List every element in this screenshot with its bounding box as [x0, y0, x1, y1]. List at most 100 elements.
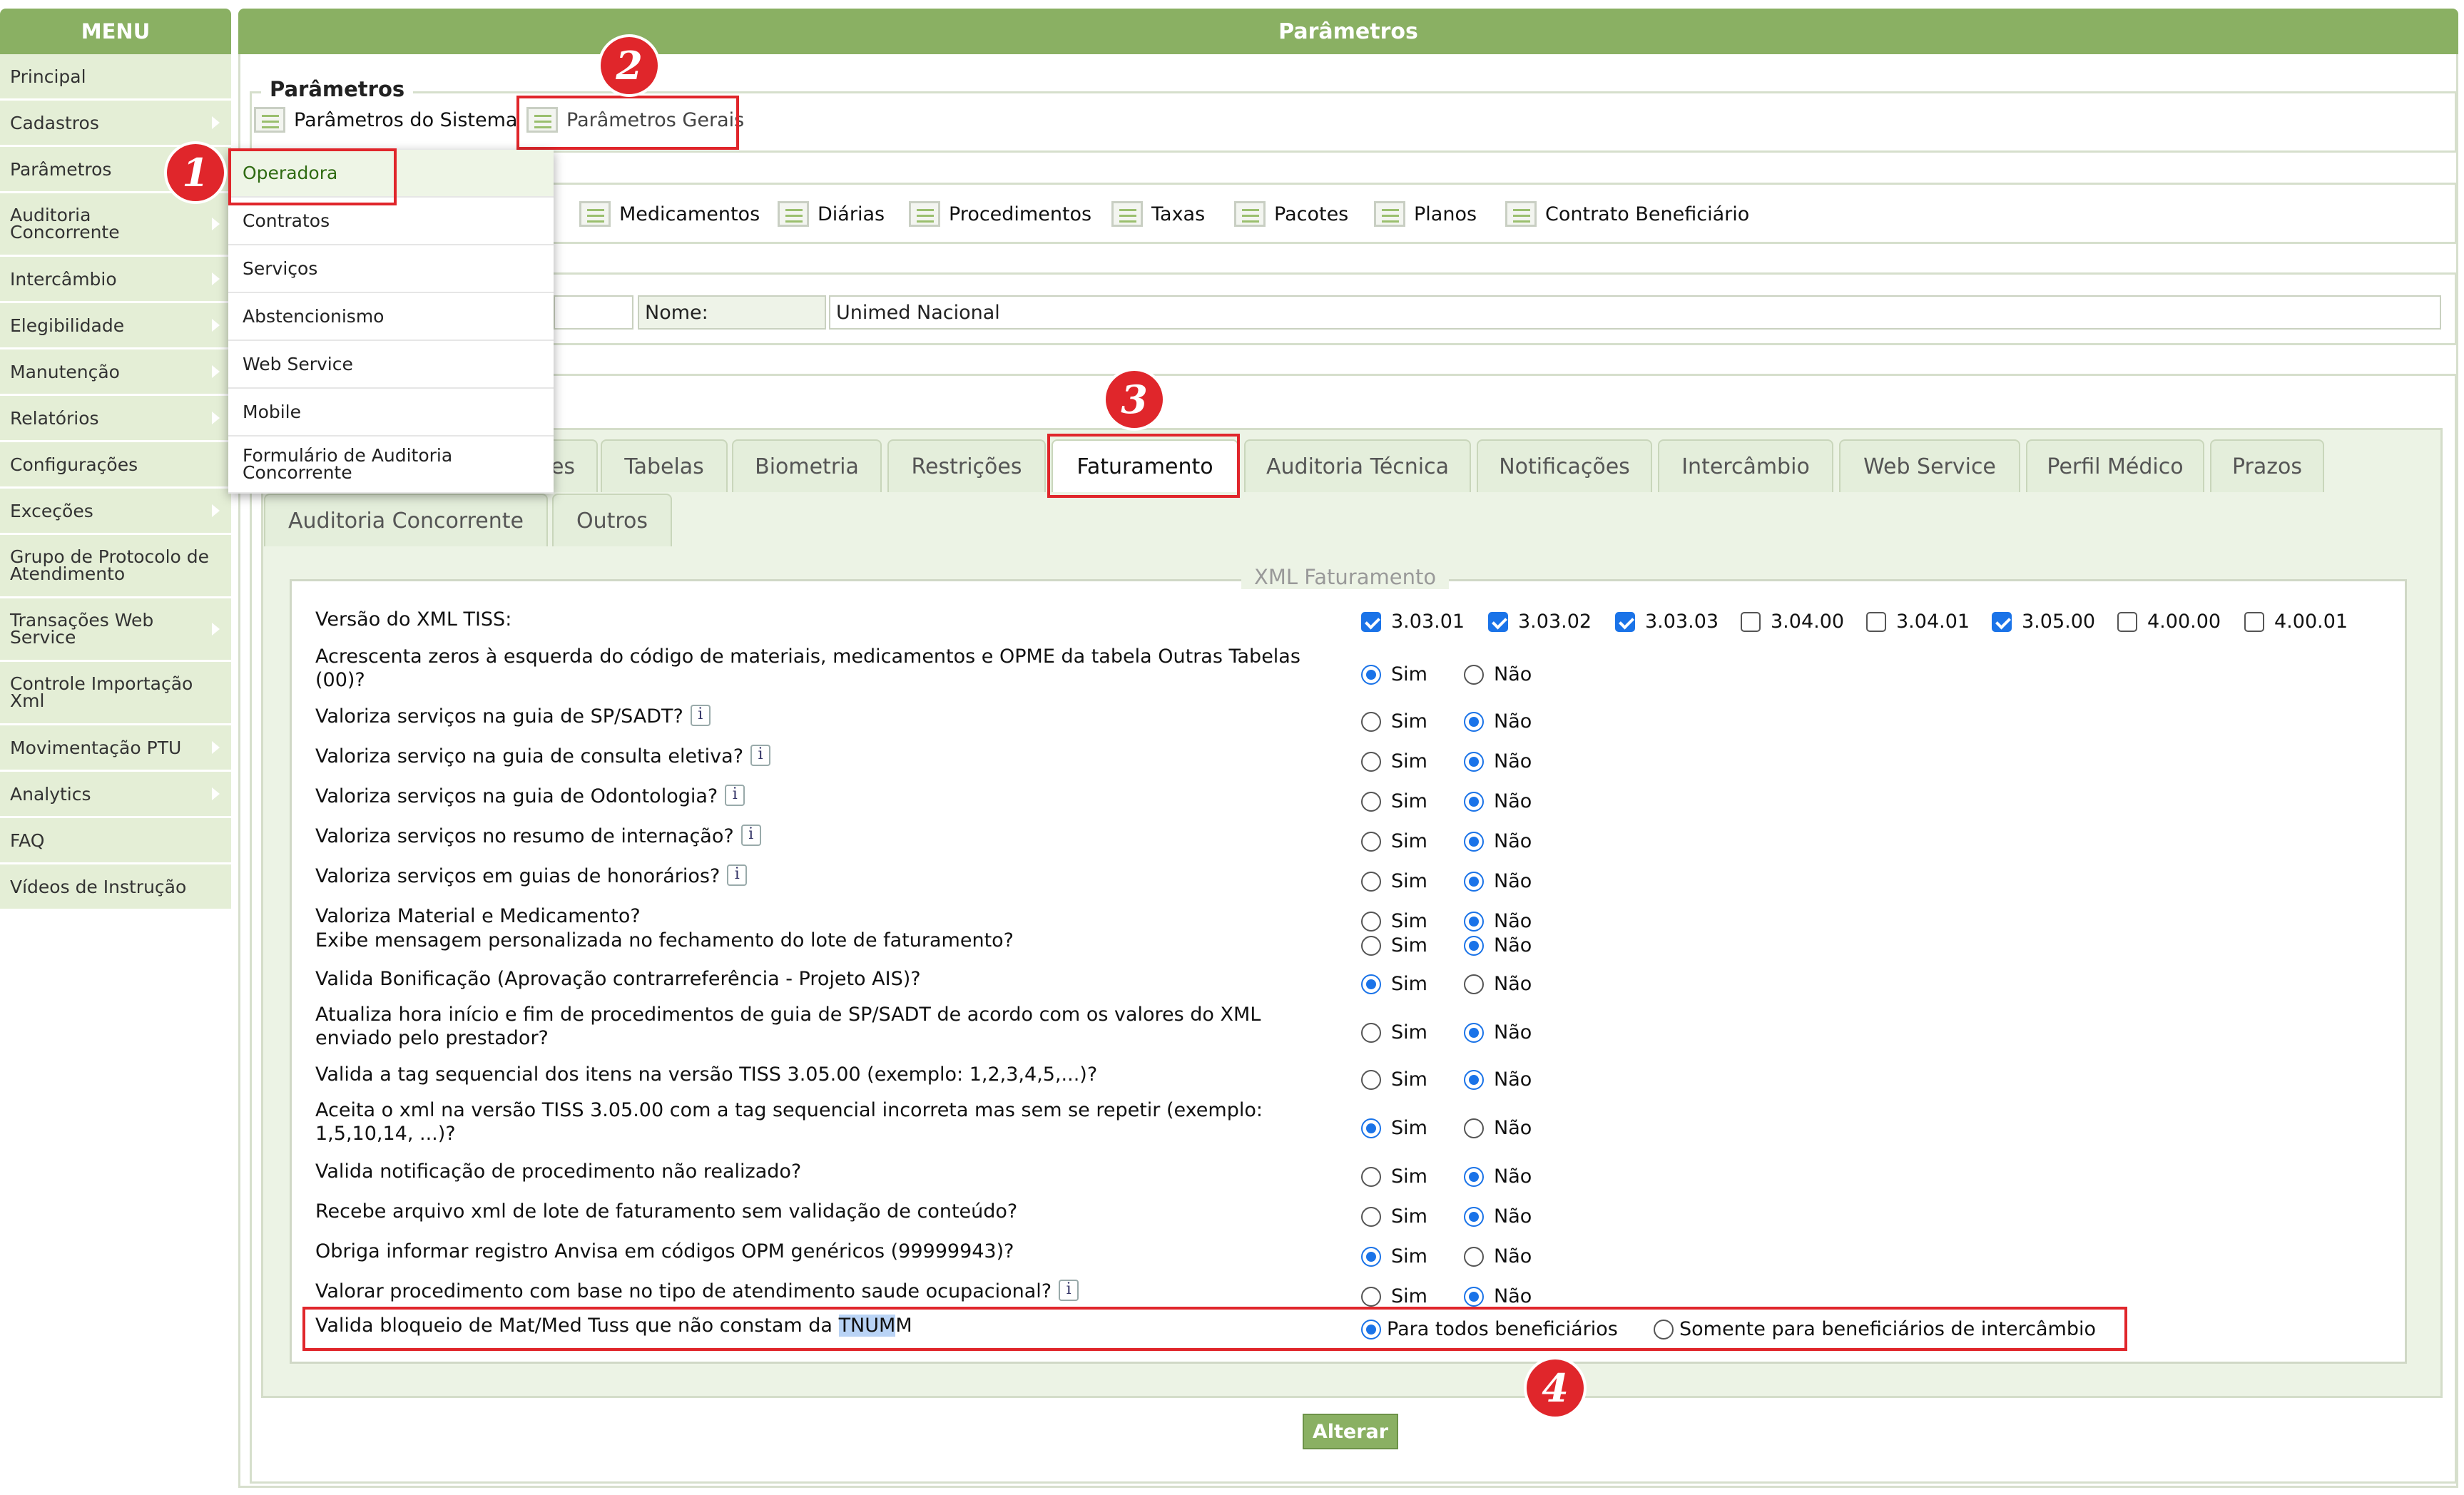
radio-button[interactable]: [1464, 831, 1484, 852]
checkbox[interactable]: [1866, 611, 1886, 632]
medicamentos-link[interactable]: Medicamentos: [579, 201, 760, 227]
checkbox[interactable]: [2244, 611, 2264, 632]
radio-button[interactable]: [1464, 871, 1484, 892]
tab-tabelas[interactable]: Tabelas: [601, 439, 728, 492]
radio-button[interactable]: [1361, 664, 1381, 685]
menu-item-videos[interactable]: Vídeos de Instrução: [0, 864, 231, 911]
option-sim[interactable]: Sim: [1361, 934, 1427, 956]
version-4-00-01[interactable]: 4.00.01: [2244, 611, 2348, 633]
tab-web-service[interactable]: Web Service: [1839, 439, 2020, 492]
version-3-03-03[interactable]: 3.03.03: [1615, 611, 1719, 633]
option-nao[interactable]: Não: [1464, 870, 1532, 892]
menu-item-intercambio[interactable]: Intercâmbio: [0, 257, 231, 303]
tab-notificacoes[interactable]: Notificações: [1477, 439, 1652, 492]
radio-button[interactable]: [1361, 974, 1381, 994]
option-nao[interactable]: Não: [1464, 1245, 1532, 1267]
version-3-03-02[interactable]: 3.03.02: [1488, 611, 1592, 633]
radio-button[interactable]: [1361, 1206, 1381, 1227]
menu-item-elegibilidade[interactable]: Elegibilidade: [0, 303, 231, 349]
submenu-item-web-service[interactable]: Web Service: [228, 341, 554, 389]
radio-button[interactable]: [1361, 1246, 1381, 1267]
radio-button[interactable]: [1464, 974, 1484, 994]
info-icon[interactable]: i: [750, 745, 771, 766]
tab-auditoria-tecnica[interactable]: Auditoria Técnica: [1244, 439, 1471, 492]
submenu-item-abstencionismo[interactable]: Abstencionismo: [228, 293, 554, 341]
option-nao[interactable]: Não: [1464, 663, 1532, 685]
info-icon[interactable]: i: [1059, 1280, 1079, 1301]
option-sim[interactable]: Sim: [1361, 830, 1427, 852]
tab-prazos[interactable]: Prazos: [2210, 439, 2324, 492]
option-sim[interactable]: Sim: [1361, 663, 1427, 685]
option-sim[interactable]: Sim: [1361, 1205, 1427, 1228]
option-nao[interactable]: Não: [1464, 1068, 1532, 1091]
tab-auditoria-concorrente[interactable]: Auditoria Concorrente: [264, 494, 548, 546]
menu-item-faq[interactable]: FAQ: [0, 818, 231, 864]
radio-button[interactable]: [1464, 1022, 1484, 1043]
checkbox[interactable]: [1992, 611, 2012, 632]
option-sim[interactable]: Sim: [1361, 710, 1427, 733]
radio-button[interactable]: [1464, 791, 1484, 812]
radio-button[interactable]: [1361, 1286, 1381, 1307]
radio-button[interactable]: [1464, 1246, 1484, 1267]
tab-outros[interactable]: Outros: [552, 494, 672, 546]
radio-button[interactable]: [1464, 935, 1484, 956]
radio-button[interactable]: [1361, 871, 1381, 892]
option-sim[interactable]: Sim: [1361, 910, 1427, 932]
submenu-item-servicos[interactable]: Serviços: [228, 245, 554, 293]
option-nao[interactable]: Não: [1464, 973, 1532, 995]
option-nao[interactable]: Não: [1464, 1285, 1532, 1307]
radio-button[interactable]: [1464, 1069, 1484, 1090]
checkbox[interactable]: [1361, 611, 1381, 632]
procedimentos-link[interactable]: Procedimentos: [909, 201, 1091, 227]
option-nao[interactable]: Não: [1464, 1205, 1532, 1228]
option-sim[interactable]: Sim: [1361, 870, 1427, 892]
option-sim[interactable]: Sim: [1361, 790, 1427, 812]
option-sim[interactable]: Sim: [1361, 1285, 1427, 1307]
contrato-beneficiario-link[interactable]: Contrato Beneficiário: [1505, 201, 1749, 227]
checkbox[interactable]: [1615, 611, 1635, 632]
version-3-04-00[interactable]: 3.04.00: [1741, 611, 1844, 633]
option-nao[interactable]: Não: [1464, 934, 1532, 956]
radio-button[interactable]: [1361, 1022, 1381, 1043]
radio-button[interactable]: [1361, 1118, 1381, 1138]
option-sim[interactable]: Sim: [1361, 1245, 1427, 1267]
option-nao[interactable]: Não: [1464, 710, 1532, 733]
planos-link[interactable]: Planos: [1374, 201, 1477, 227]
tab-perfil-medico[interactable]: Perfil Médico: [2026, 439, 2204, 492]
option-nao[interactable]: Não: [1464, 830, 1532, 852]
checkbox[interactable]: [1488, 611, 1508, 632]
radio-button[interactable]: [1361, 935, 1381, 956]
checkbox[interactable]: [2117, 611, 2137, 632]
radio-button[interactable]: [1464, 1118, 1484, 1138]
alterar-button[interactable]: Alterar: [1303, 1414, 1398, 1449]
radio-button[interactable]: [1361, 831, 1381, 852]
info-icon[interactable]: i: [727, 864, 748, 886]
pacotes-link[interactable]: Pacotes: [1234, 201, 1348, 227]
option-nao[interactable]: Não: [1464, 1021, 1532, 1044]
radio-button[interactable]: [1361, 1069, 1381, 1090]
menu-item-cadastros[interactable]: Cadastros: [0, 101, 231, 147]
submenu-item-mobile[interactable]: Mobile: [228, 389, 554, 437]
tab-intercambio[interactable]: Intercâmbio: [1658, 439, 1833, 492]
option-sim[interactable]: Sim: [1361, 973, 1427, 995]
menu-item-relatorios[interactable]: Relatórios: [0, 396, 231, 442]
radio-button[interactable]: [1361, 1166, 1381, 1187]
menu-item-principal[interactable]: Principal: [0, 54, 231, 101]
version-3-04-01[interactable]: 3.04.01: [1866, 611, 1970, 633]
menu-item-grupo-protocolo[interactable]: Grupo de Protocolo de Atendimento: [0, 535, 231, 598]
menu-item-auditoria-concorrente[interactable]: Auditoria Concorrente: [0, 193, 231, 257]
radio-button[interactable]: [1464, 751, 1484, 772]
menu-item-movimentacao-ptu[interactable]: Movimentação PTU: [0, 725, 231, 772]
option-sim[interactable]: Sim: [1361, 750, 1427, 772]
radio-button[interactable]: [1464, 1166, 1484, 1187]
radio-button[interactable]: [1361, 911, 1381, 932]
operator-code-field[interactable]: [554, 295, 633, 330]
radio-button[interactable]: [1361, 711, 1381, 732]
option-sim[interactable]: Sim: [1361, 1165, 1427, 1188]
option-nao[interactable]: Não: [1464, 750, 1532, 772]
option-sim[interactable]: Sim: [1361, 1117, 1427, 1139]
menu-item-excecoes[interactable]: Exceções: [0, 489, 231, 535]
option-nao[interactable]: Não: [1464, 790, 1532, 812]
radio-button[interactable]: [1464, 711, 1484, 732]
info-icon[interactable]: i: [690, 705, 711, 726]
